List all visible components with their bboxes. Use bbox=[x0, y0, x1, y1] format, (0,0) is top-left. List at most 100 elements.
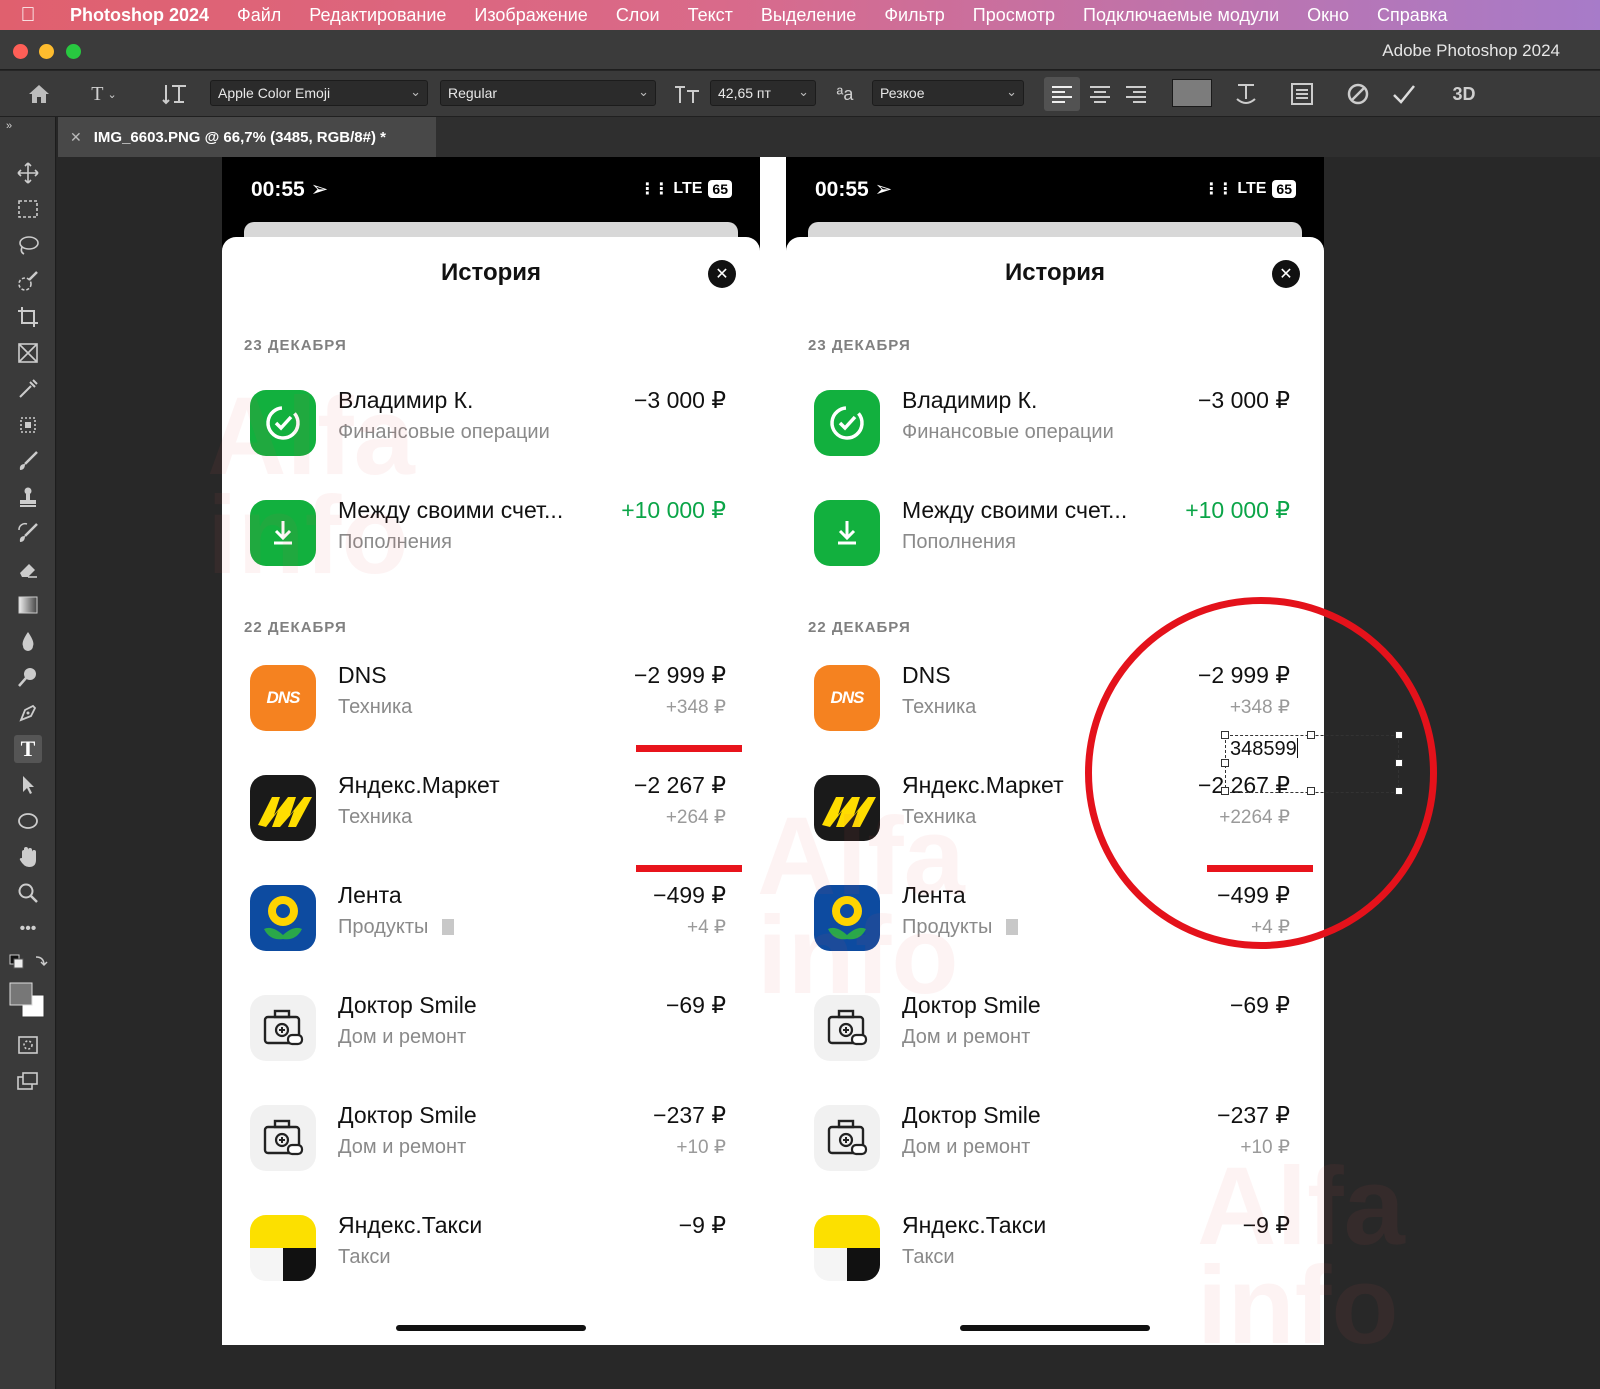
align-left-icon[interactable] bbox=[1044, 77, 1080, 111]
cashback-amount: +264 ₽ bbox=[665, 807, 726, 828]
transaction-category: Пополнения bbox=[902, 531, 1016, 554]
status-network: ⋮⋮ LTE 65 bbox=[1203, 179, 1296, 199]
transaction-category: Дом и ремонт bbox=[338, 1136, 466, 1159]
frame-tool-icon[interactable] bbox=[14, 339, 42, 367]
transaction-category: Пополнения bbox=[338, 531, 452, 554]
lenta-sunflower-icon bbox=[814, 885, 880, 951]
apple-menu-icon[interactable]:  bbox=[0, 4, 56, 27]
transaction-category: Техника bbox=[902, 696, 976, 719]
align-right-icon[interactable] bbox=[1118, 77, 1154, 111]
lasso-tool-icon[interactable] bbox=[14, 231, 42, 259]
document-canvas[interactable]: 00:55 ➢ ⋮⋮ LTE 65 История ✕ 23 ДЕКАБРЯ 22 ДЕКАБ… bbox=[57, 157, 1600, 1389]
font-size-select[interactable]: 42,65 пт ⌄ bbox=[710, 80, 816, 106]
type-tool-preset-icon[interactable]: T ⌄ bbox=[84, 77, 124, 111]
font-family-select[interactable]: Apple Color Emoji ⌄ bbox=[210, 80, 428, 106]
home-indicator bbox=[960, 1325, 1150, 1331]
transaction-row[interactable]: Доктор Smile Дом и ремонт −237 ₽ +10 ₽ bbox=[808, 1102, 1302, 1192]
more-tools-icon[interactable]: ••• bbox=[14, 915, 42, 943]
clone-stamp-tool-icon[interactable] bbox=[14, 483, 42, 511]
close-sheet-button[interactable]: ✕ bbox=[1272, 260, 1300, 288]
transaction-row[interactable]: Доктор Smile Дом и ремонт −69 ₽ bbox=[808, 992, 1302, 1082]
transaction-row[interactable]: Между своими счет... Пополнения +10 000 ₽ bbox=[808, 497, 1302, 587]
eyedropper-tool-icon[interactable] bbox=[14, 375, 42, 403]
dental-kit-icon bbox=[250, 1105, 316, 1171]
transaction-amount: −69 ₽ bbox=[665, 992, 726, 1018]
eraser-tool-icon[interactable] bbox=[14, 555, 42, 583]
transaction-row[interactable]: Между своими счет... Пополнения +10 000 ₽ bbox=[244, 497, 738, 587]
path-selection-tool-icon[interactable] bbox=[14, 771, 42, 799]
cancel-edit-icon[interactable] bbox=[1340, 77, 1376, 111]
ellipse-tool-icon[interactable] bbox=[14, 807, 42, 835]
history-brush-tool-icon[interactable] bbox=[14, 519, 42, 547]
color-swatches-icon[interactable] bbox=[6, 979, 50, 1023]
zoom-window-button[interactable] bbox=[66, 44, 81, 59]
home-icon[interactable] bbox=[22, 77, 56, 111]
transaction-row[interactable]: Доктор Smile Дом и ремонт −69 ₽ bbox=[244, 992, 738, 1082]
menu-layers[interactable]: Слои bbox=[602, 5, 674, 26]
character-panel-icon[interactable] bbox=[1284, 77, 1320, 111]
menu-image[interactable]: Изображение bbox=[460, 5, 601, 26]
3d-button[interactable]: 3D bbox=[1446, 77, 1482, 111]
menu-window[interactable]: Окно bbox=[1293, 5, 1363, 26]
category-text: Дом и ремонт bbox=[338, 1026, 467, 1048]
transaction-amount: −9 ₽ bbox=[678, 1212, 726, 1238]
category-text: Техника bbox=[902, 806, 977, 828]
type-tool-icon[interactable]: T bbox=[14, 735, 42, 763]
transaction-category: Продукты bbox=[902, 916, 1018, 939]
menu-file[interactable]: Файл bbox=[223, 5, 295, 26]
menu-view[interactable]: Просмотр bbox=[959, 5, 1069, 26]
font-style-select[interactable]: Regular ⌄ bbox=[440, 80, 656, 106]
transaction-name: Доктор Smile bbox=[338, 992, 477, 1018]
window-title: Adobe Photoshop 2024 bbox=[1382, 41, 1560, 60]
warp-text-icon[interactable] bbox=[1228, 77, 1264, 111]
marquee-tool-icon[interactable] bbox=[14, 195, 42, 223]
date-section-header: 22 ДЕКАБРЯ bbox=[244, 619, 347, 636]
text-orientation-icon[interactable] bbox=[158, 77, 192, 111]
transaction-row[interactable]: Владимир К. Финансовые операции −3 000 ₽ bbox=[808, 387, 1302, 477]
transaction-row[interactable]: Яндекс.Такси Такси −9 ₽ bbox=[244, 1212, 738, 1302]
menu-filter[interactable]: Фильтр bbox=[870, 5, 958, 26]
hand-tool-icon[interactable] bbox=[14, 843, 42, 871]
text-color-swatch[interactable] bbox=[1172, 79, 1212, 107]
swap-colors-icon[interactable] bbox=[6, 953, 50, 973]
healing-brush-tool-icon[interactable] bbox=[14, 411, 42, 439]
transaction-row[interactable]: Доктор Smile Дом и ремонт −237 ₽ +10 ₽ bbox=[244, 1102, 738, 1192]
panel-collapse-icon[interactable]: » bbox=[6, 119, 34, 133]
chevron-down-icon: ⌄ bbox=[410, 84, 421, 99]
align-center-icon[interactable] bbox=[1082, 77, 1118, 111]
menu-type[interactable]: Текст bbox=[674, 5, 747, 26]
pen-tool-icon[interactable] bbox=[14, 699, 42, 727]
transaction-row[interactable]: DNS DNS Техника −2 999 ₽ +348 ₽ bbox=[244, 662, 738, 752]
quick-mask-icon[interactable] bbox=[14, 1031, 42, 1059]
transaction-amount: −499 ₽ bbox=[653, 882, 726, 908]
menu-select[interactable]: Выделение bbox=[747, 5, 870, 26]
menu-app[interactable]: Photoshop 2024 bbox=[56, 5, 223, 26]
minimize-window-button[interactable] bbox=[39, 44, 54, 59]
transaction-row[interactable]: Яндекс.Маркет Техника −2 267 ₽ +264 ₽ bbox=[244, 772, 738, 862]
category-text: Техника bbox=[902, 696, 977, 718]
close-sheet-button[interactable]: ✕ bbox=[708, 260, 736, 288]
transaction-row[interactable]: Лента Продукты −499 ₽ +4 ₽ bbox=[244, 882, 738, 972]
brush-tool-icon[interactable] bbox=[14, 447, 42, 475]
close-window-button[interactable] bbox=[13, 44, 28, 59]
commit-edit-icon[interactable] bbox=[1386, 77, 1422, 111]
dodge-tool-icon[interactable] bbox=[14, 663, 42, 691]
transaction-amount: −9 ₽ bbox=[1242, 1212, 1290, 1238]
transaction-row[interactable]: Яндекс.Такси Такси −9 ₽ bbox=[808, 1212, 1302, 1302]
transaction-amount: +10 000 ₽ bbox=[1185, 497, 1290, 523]
close-tab-icon[interactable]: ✕ bbox=[70, 129, 82, 146]
quick-select-tool-icon[interactable] bbox=[14, 267, 42, 295]
zoom-tool-icon[interactable] bbox=[14, 879, 42, 907]
menu-edit[interactable]: Редактирование bbox=[295, 5, 460, 26]
blur-tool-icon[interactable] bbox=[14, 627, 42, 655]
move-tool-icon[interactable] bbox=[14, 159, 42, 187]
cashback-amount: +10 ₽ bbox=[1240, 1137, 1290, 1158]
menu-help[interactable]: Справка bbox=[1363, 5, 1462, 26]
screen-mode-icon[interactable] bbox=[14, 1067, 42, 1095]
antialias-select[interactable]: Резкое ⌄ bbox=[872, 80, 1024, 106]
document-tab[interactable]: ✕ IMG_6603.PNG @ 66,7% (3485, RGB/8#) * bbox=[58, 117, 436, 157]
gradient-tool-icon[interactable] bbox=[14, 591, 42, 619]
menu-plugins[interactable]: Подключаемые модули bbox=[1069, 5, 1293, 26]
transaction-row[interactable]: Владимир К. Финансовые операции −3 000 ₽ bbox=[244, 387, 738, 477]
crop-tool-icon[interactable] bbox=[14, 303, 42, 331]
